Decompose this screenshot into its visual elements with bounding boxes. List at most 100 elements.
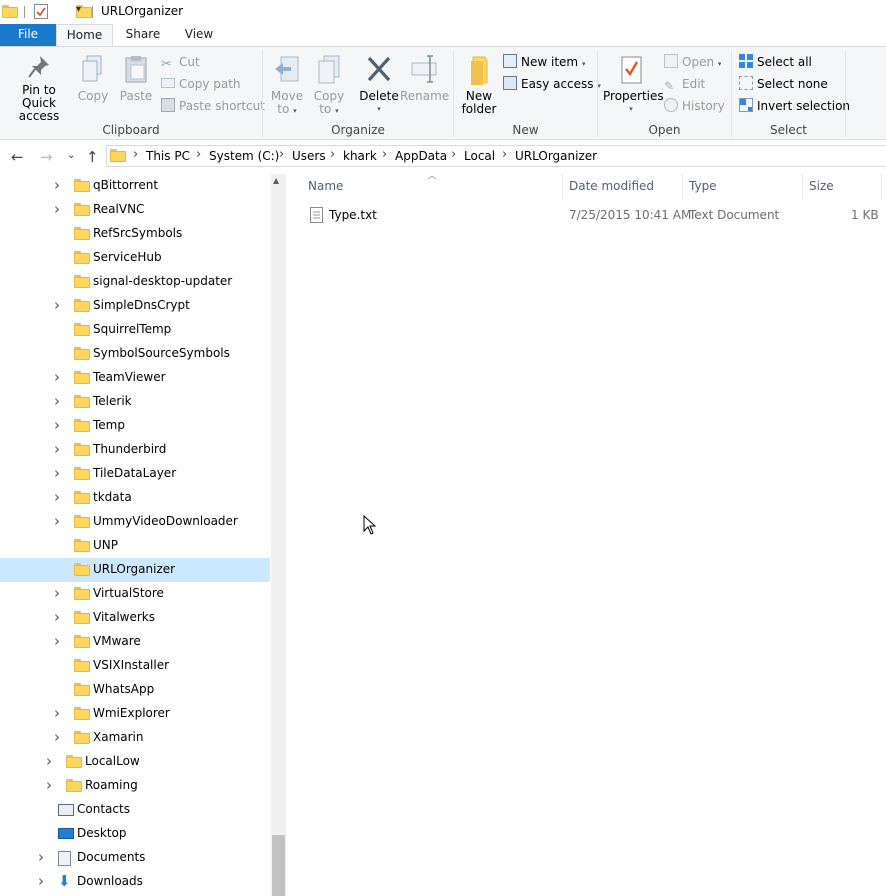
tree-item[interactable]: › Roaming — [0, 774, 270, 798]
back-arrow-icon[interactable]: ← — [11, 148, 24, 166]
column-header-type[interactable]: Type — [689, 179, 717, 193]
expand-chevron-icon[interactable]: › — [54, 488, 60, 506]
expand-chevron-icon[interactable]: › — [54, 392, 60, 410]
tree-item[interactable]: WhatsApp — [0, 678, 270, 702]
tree-item[interactable]: › tkdata — [0, 486, 270, 510]
tree-item[interactable]: Contacts — [0, 798, 270, 822]
tree-item[interactable]: › VMware — [0, 630, 270, 654]
tree-item[interactable]: › WmiExplorer — [0, 702, 270, 726]
tab-share[interactable]: Share — [113, 24, 173, 46]
expand-chevron-icon[interactable]: › — [54, 176, 60, 194]
paste-button[interactable]: Paste — [116, 53, 156, 103]
edit-button[interactable]: ✎ Edit — [664, 75, 705, 93]
expand-chevron-icon[interactable]: › — [54, 296, 60, 314]
tree-item[interactable]: › LocalLow — [0, 750, 270, 774]
breadcrumb-chevron-icon[interactable]: › — [196, 147, 201, 162]
navigation-scrollbar[interactable] — [271, 174, 286, 896]
expand-chevron-icon[interactable]: › — [54, 728, 60, 746]
tree-item[interactable]: › TeamViewer — [0, 366, 270, 390]
column-header-date-modified[interactable]: Date modified — [569, 179, 654, 193]
copy-to-button[interactable]: Copy to ▾ — [310, 53, 348, 118]
select-none-button[interactable]: Select none — [739, 75, 828, 93]
tree-item[interactable]: › VirtualStore — [0, 582, 270, 606]
tree-item[interactable]: › Telerik — [0, 390, 270, 414]
paste-shortcut-button[interactable]: Paste shortcut — [161, 97, 265, 115]
column-header-size[interactable]: Size — [809, 179, 834, 193]
tree-item[interactable]: URLOrganizer — [0, 558, 270, 582]
tree-item[interactable]: SymbolSourceSymbols — [0, 342, 270, 366]
expand-chevron-icon[interactable]: › — [46, 752, 52, 770]
select-all-button[interactable]: Select all — [739, 53, 812, 71]
tree-item[interactable]: SquirrelTemp — [0, 318, 270, 342]
tree-item[interactable]: VSIXInstaller — [0, 654, 270, 678]
tree-item[interactable]: RefSrcSymbols — [0, 222, 270, 246]
tree-item[interactable]: › Xamarin — [0, 726, 270, 750]
up-arrow-icon[interactable]: ↑ — [86, 148, 99, 166]
expand-chevron-icon[interactable]: › — [38, 872, 44, 890]
expand-chevron-icon[interactable]: › — [54, 512, 60, 530]
expand-chevron-icon[interactable]: › — [54, 464, 60, 482]
copy-path-button[interactable]: Copy path — [161, 75, 241, 93]
column-header-name[interactable]: Name — [308, 179, 343, 193]
tree-item[interactable]: › Vitalwerks — [0, 606, 270, 630]
expand-chevron-icon[interactable]: › — [54, 632, 60, 650]
breadcrumb-item[interactable]: khark — [343, 149, 377, 163]
tree-item[interactable]: › Thunderbird — [0, 438, 270, 462]
breadcrumb-chevron-icon[interactable]: › — [382, 147, 387, 162]
breadcrumb-item[interactable]: Local — [464, 149, 495, 163]
breadcrumb-chevron-icon[interactable]: › — [330, 147, 335, 162]
breadcrumb-item[interactable]: URLOrganizer — [515, 149, 597, 163]
breadcrumb-item[interactable]: System (C:) — [209, 149, 279, 163]
delete-button[interactable]: Delete ▾ — [358, 53, 400, 116]
scroll-up-icon[interactable]: ▲ — [273, 176, 279, 185]
tree-item[interactable]: UNP — [0, 534, 270, 558]
breadcrumb-chevron-icon[interactable]: › — [502, 147, 507, 162]
copy-button[interactable]: Copy — [76, 53, 110, 103]
pin-to-quick-access-button[interactable]: Pin to Quick access — [4, 53, 74, 123]
tree-item[interactable]: › SimpleDnsCrypt — [0, 294, 270, 318]
expand-chevron-icon[interactable]: › — [38, 848, 44, 866]
tree-item[interactable]: ServiceHub — [0, 246, 270, 270]
recent-locations-chevron-icon[interactable]: ⌄ — [67, 150, 75, 161]
tree-item[interactable]: › UmmyVideoDownloader — [0, 510, 270, 534]
tree-item[interactable]: › TileDataLayer — [0, 462, 270, 486]
cut-button[interactable]: ✂ Cut — [161, 53, 200, 72]
tree-item[interactable]: › Temp — [0, 414, 270, 438]
breadcrumb-item[interactable]: Users — [292, 149, 326, 163]
breadcrumb-item[interactable]: This PC — [146, 149, 190, 163]
open-button[interactable]: Open ▾ — [664, 53, 721, 71]
navigation-scrollbar-thumb[interactable] — [272, 835, 285, 896]
column-divider[interactable] — [881, 174, 882, 199]
expand-chevron-icon[interactable]: › — [46, 776, 52, 794]
tree-item[interactable]: › RealVNC — [0, 198, 270, 222]
column-divider[interactable] — [802, 174, 803, 199]
tree-item[interactable]: › Documents — [0, 846, 270, 870]
expand-chevron-icon[interactable]: › — [54, 440, 60, 458]
column-divider[interactable] — [562, 174, 563, 199]
history-button[interactable]: History — [664, 97, 725, 115]
expand-chevron-icon[interactable]: › — [54, 704, 60, 722]
properties-quick-icon[interactable] — [34, 4, 48, 19]
easy-access-button[interactable]: Easy access ▾ — [503, 75, 601, 93]
tree-item[interactable]: › qBittorrent — [0, 174, 270, 198]
tab-view[interactable]: View — [173, 24, 225, 46]
breadcrumb-item[interactable]: AppData — [395, 149, 447, 163]
navigation-pane[interactable]: › qBittorrent › RealVNC RefSrcSymbols Service… — [0, 174, 271, 896]
breadcrumb-chevron-icon[interactable]: › — [451, 147, 456, 162]
invert-selection-button[interactable]: Invert selection — [739, 97, 850, 115]
tree-item[interactable]: › ⬇ Downloads — [0, 870, 270, 894]
breadcrumb-chevron-icon[interactable]: › — [279, 147, 284, 162]
rename-button[interactable]: Rename — [400, 53, 449, 103]
expand-chevron-icon[interactable]: › — [54, 416, 60, 434]
move-to-button[interactable]: Move to ▾ — [268, 53, 306, 118]
tree-item[interactable]: Desktop — [0, 822, 270, 846]
tree-item[interactable]: signal-desktop-updater — [0, 270, 270, 294]
expand-chevron-icon[interactable]: › — [54, 584, 60, 602]
tab-file[interactable]: File — [0, 24, 56, 46]
forward-arrow-icon[interactable]: → — [40, 148, 53, 166]
tab-home[interactable]: Home — [56, 24, 113, 47]
expand-chevron-icon[interactable]: › — [54, 368, 60, 386]
column-divider[interactable] — [682, 174, 683, 199]
breadcrumb-chevron-icon[interactable]: › — [133, 147, 138, 162]
new-item-button[interactable]: New item ▾ — [503, 53, 585, 71]
